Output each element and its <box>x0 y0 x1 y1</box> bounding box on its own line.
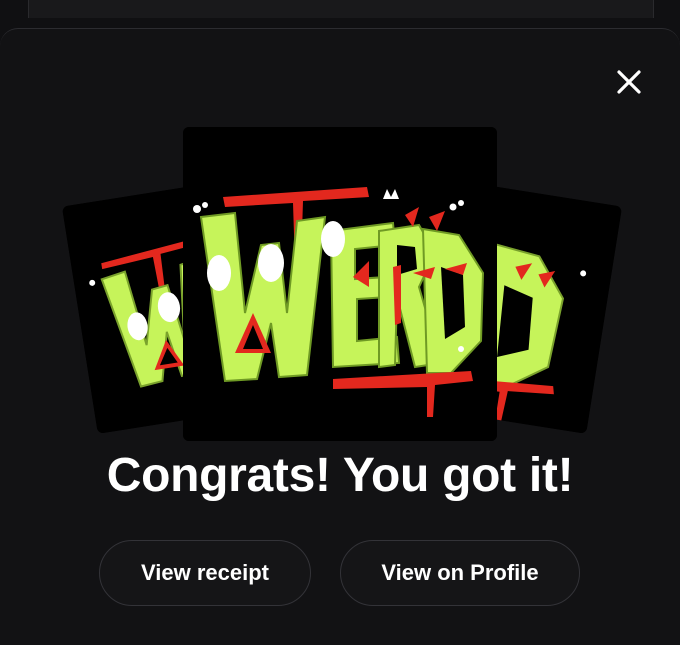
nft-card-main <box>183 127 497 441</box>
close-button[interactable] <box>609 62 649 102</box>
view-receipt-label: View receipt <box>141 560 269 585</box>
screen: Congrats! You got it! View receipt View … <box>0 0 680 645</box>
success-headline: Congrats! You got it! <box>106 449 574 502</box>
background-panel <box>28 0 654 18</box>
view-on-profile-label: View on Profile <box>381 560 539 585</box>
view-receipt-button[interactable]: View receipt <box>99 540 311 606</box>
purchase-success-dialog: Congrats! You got it! View receipt View … <box>0 28 680 645</box>
close-icon <box>617 70 641 94</box>
nft-artwork-main <box>183 127 497 441</box>
view-on-profile-button[interactable]: View on Profile <box>340 540 580 606</box>
